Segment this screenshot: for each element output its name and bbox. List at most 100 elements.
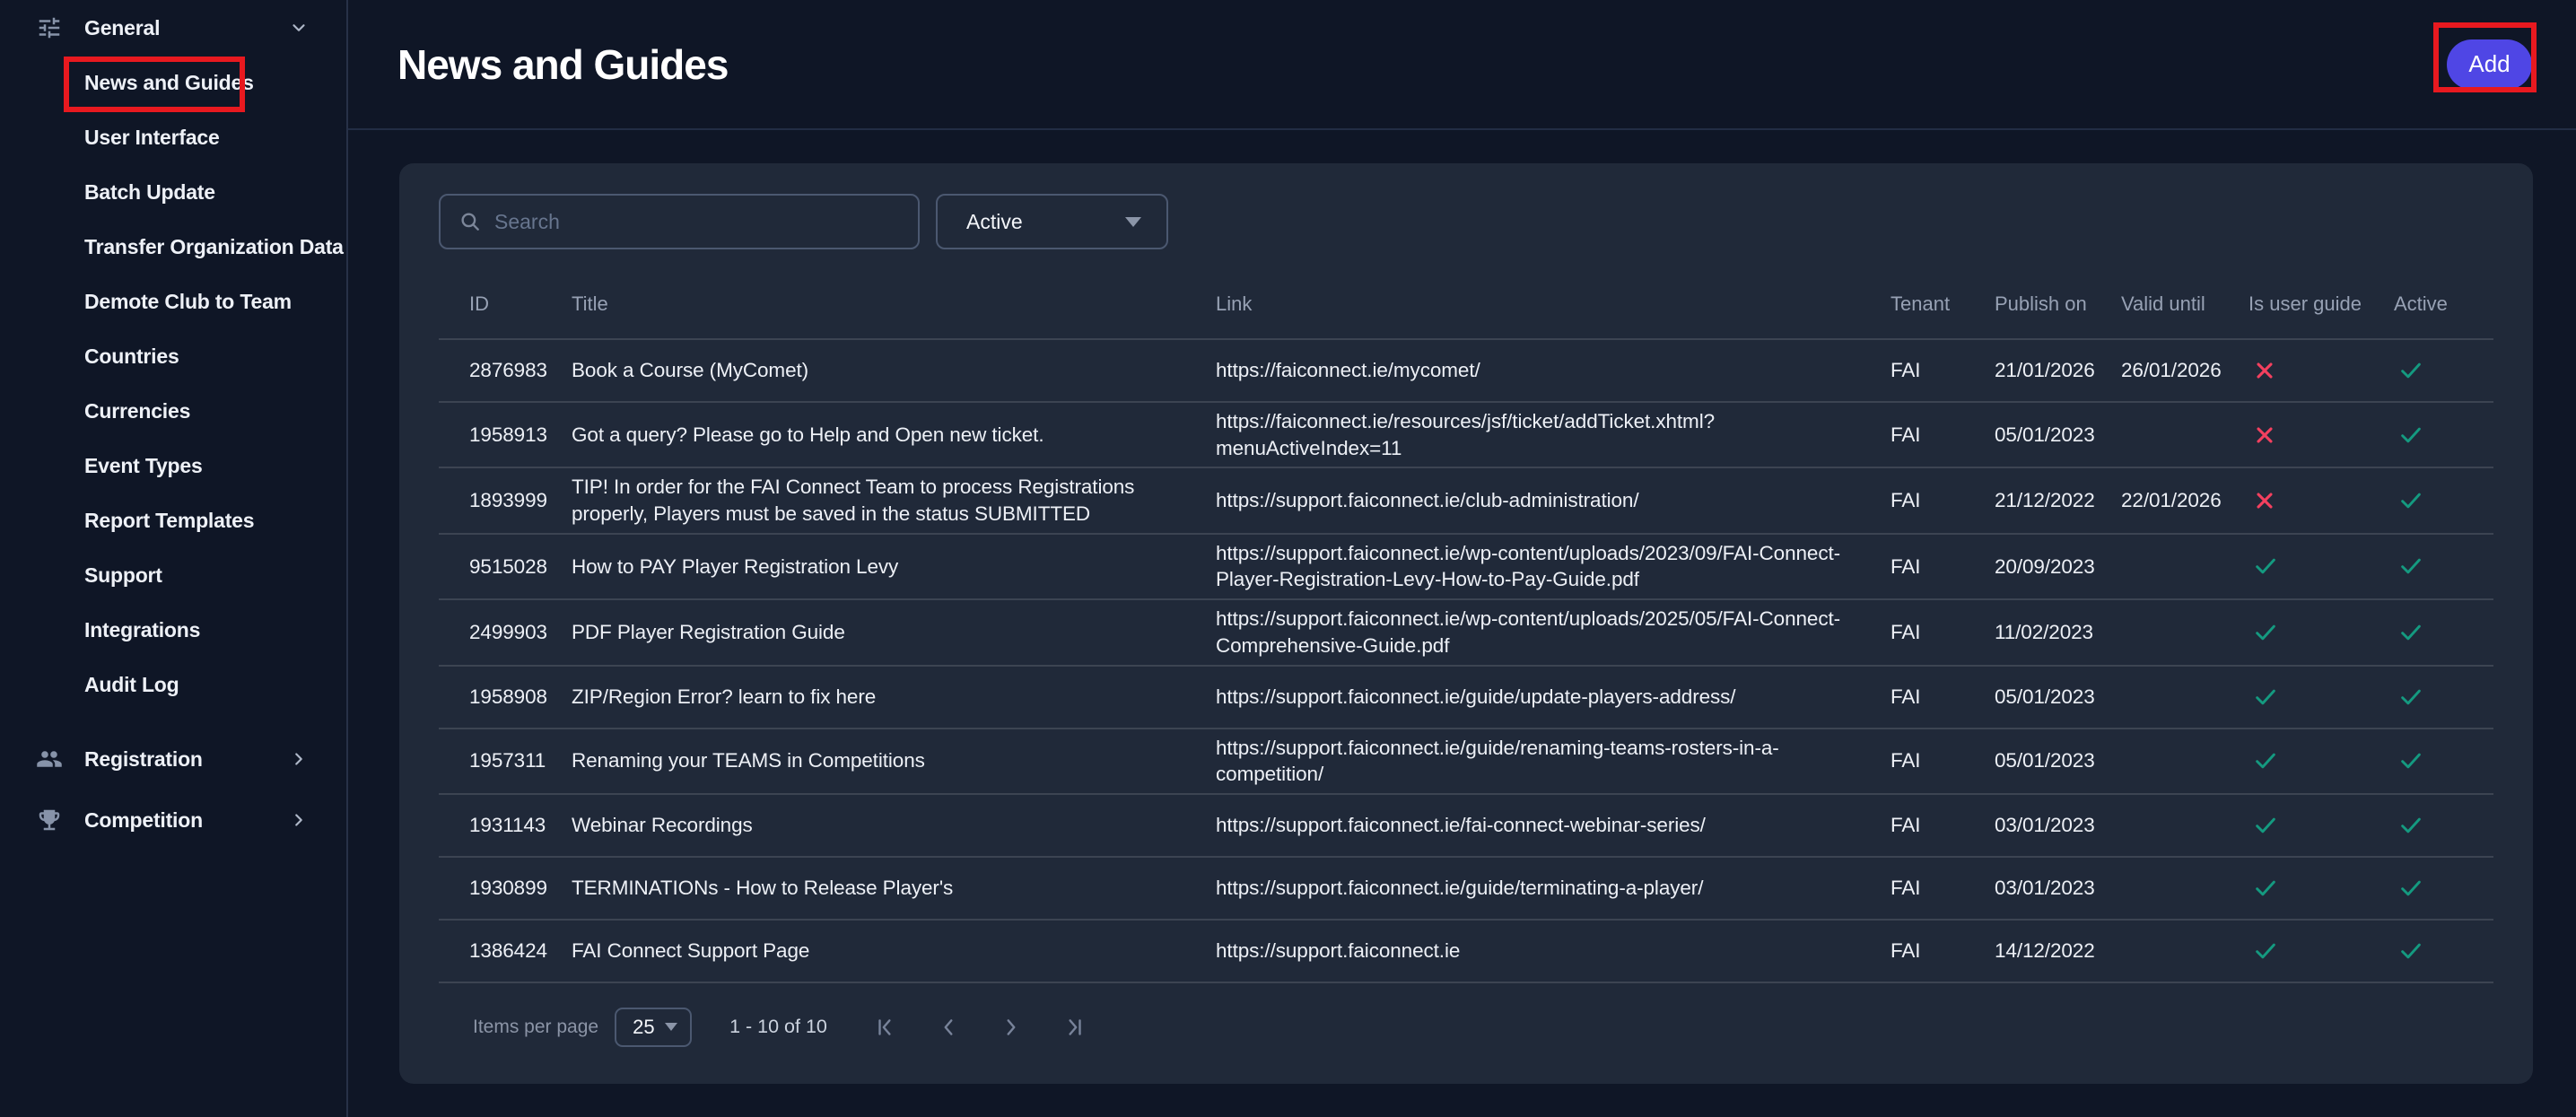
first-page-button[interactable] <box>874 1016 897 1039</box>
cell-id: 2499903 <box>439 619 572 646</box>
cell-id: 9515028 <box>439 554 572 580</box>
status-filter-value: Active <box>966 210 1023 234</box>
cell-title: TERMINATIONs - How to Release Player's <box>572 875 1216 902</box>
cell-tenant: FAI <box>1891 554 1995 580</box>
trophy-icon <box>36 807 63 833</box>
column-header-valid-until: Valid until <box>2121 292 2249 316</box>
page-size-value: 25 <box>633 1016 654 1039</box>
column-header-id: ID <box>439 292 572 316</box>
next-page-button[interactable] <box>1000 1016 1023 1039</box>
pagination-nav <box>874 1016 1086 1039</box>
check-icon <box>2397 938 2424 964</box>
cell-active <box>2394 619 2493 646</box>
sidebar-item-demote-club-to-team[interactable]: Demote Club to Team <box>0 275 346 329</box>
sidebar-item-currencies[interactable]: Currencies <box>0 384 346 439</box>
last-page-button[interactable] <box>1062 1016 1086 1039</box>
table-row[interactable]: 1386424 FAI Connect Support Page https:/… <box>439 921 2493 983</box>
check-icon <box>2397 747 2424 774</box>
check-icon <box>2397 357 2424 384</box>
cell-publish-on: 05/01/2023 <box>1995 684 2121 711</box>
table-row[interactable]: 9515028 How to PAY Player Registration L… <box>439 535 2493 600</box>
check-icon <box>2397 422 2424 449</box>
cell-valid-until: 26/01/2026 <box>2121 357 2249 384</box>
table-row[interactable]: 1958913 Got a query? Please go to Help a… <box>439 403 2493 468</box>
table-row[interactable]: 1893999 TIP! In order for the FAI Connec… <box>439 468 2493 534</box>
table-header-row: ID Title Link Tenant Publish on Valid un… <box>439 269 2493 340</box>
table-row[interactable]: 1931143 Webinar Recordings https://suppo… <box>439 795 2493 858</box>
sidebar-section-registration[interactable]: Registration <box>0 729 346 790</box>
sidebar-item-label: Countries <box>84 345 179 369</box>
chevron-right-icon <box>289 810 309 830</box>
cell-is-user-guide <box>2249 358 2394 383</box>
cell-active <box>2394 875 2493 902</box>
sidebar: General News and Guides User Interface B… <box>0 0 348 1117</box>
table-row[interactable]: 1957311 Renaming your TEAMS in Competiti… <box>439 729 2493 795</box>
search-icon <box>458 210 482 233</box>
previous-page-button[interactable] <box>937 1016 960 1039</box>
check-icon <box>2252 938 2279 964</box>
column-header-tenant: Tenant <box>1891 292 1995 316</box>
cell-tenant: FAI <box>1891 938 1995 964</box>
cell-link: https://support.faiconnect.ie/club-admin… <box>1216 487 1891 514</box>
table-body: 2876983 Book a Course (MyComet) https://… <box>439 340 2493 983</box>
cell-active <box>2394 938 2493 964</box>
sidebar-item-news-and-guides[interactable]: News and Guides <box>0 56 346 110</box>
sidebar-item-event-types[interactable]: Event Types <box>0 439 346 493</box>
cell-tenant: FAI <box>1891 812 1995 839</box>
cell-id: 1930899 <box>439 875 572 902</box>
cell-title: Webinar Recordings <box>572 812 1216 839</box>
sidebar-section-general[interactable]: General <box>0 0 346 56</box>
cell-tenant: FAI <box>1891 357 1995 384</box>
sidebar-item-integrations[interactable]: Integrations <box>0 603 346 658</box>
cell-active <box>2394 553 2493 580</box>
cell-link: https://support.faiconnect.ie/guide/term… <box>1216 875 1891 902</box>
cell-publish-on: 03/01/2023 <box>1995 812 2121 839</box>
sidebar-item-batch-update[interactable]: Batch Update <box>0 165 346 220</box>
cross-icon <box>2252 358 2277 383</box>
cell-is-user-guide <box>2249 938 2394 964</box>
sidebar-item-support[interactable]: Support <box>0 548 346 603</box>
cell-active <box>2394 357 2493 384</box>
items-per-page-label: Items per page <box>473 1017 598 1038</box>
cell-title: TIP! In order for the FAI Connect Team t… <box>572 474 1216 527</box>
table-row[interactable]: 1930899 TERMINATIONs - How to Release Pl… <box>439 858 2493 921</box>
tune-icon <box>36 14 63 41</box>
sidebar-item-audit-log[interactable]: Audit Log <box>0 658 346 712</box>
sidebar-item-report-templates[interactable]: Report Templates <box>0 493 346 548</box>
table-row[interactable]: 2499903 PDF Player Registration Guide ht… <box>439 600 2493 666</box>
sidebar-section-label: Registration <box>84 747 203 772</box>
cell-id: 1957311 <box>439 747 572 774</box>
cell-publish-on: 05/01/2023 <box>1995 422 2121 449</box>
status-filter-select[interactable]: Active <box>936 194 1168 249</box>
cell-is-user-guide <box>2249 747 2394 774</box>
cell-active <box>2394 422 2493 449</box>
sidebar-item-transfer-organization-data[interactable]: Transfer Organization Data <box>0 220 346 275</box>
cell-id: 1931143 <box>439 812 572 839</box>
cell-active <box>2394 747 2493 774</box>
table-row[interactable]: 2876983 Book a Course (MyComet) https://… <box>439 340 2493 403</box>
sidebar-item-countries[interactable]: Countries <box>0 329 346 384</box>
cell-link: https://support.faiconnect.ie/wp-content… <box>1216 606 1891 659</box>
cell-tenant: FAI <box>1891 875 1995 902</box>
check-icon <box>2397 875 2424 902</box>
cell-title: PDF Player Registration Guide <box>572 619 1216 646</box>
column-header-publish-on: Publish on <box>1995 292 2121 316</box>
sidebar-section-competition[interactable]: Competition <box>0 790 346 851</box>
filters-bar: Active <box>439 194 2493 249</box>
table-row[interactable]: 1958908 ZIP/Region Error? learn to fix h… <box>439 667 2493 729</box>
sidebar-spacer <box>0 712 346 729</box>
column-header-title: Title <box>572 292 1216 316</box>
column-header-is-user-guide: Is user guide <box>2249 292 2394 316</box>
add-button-wrapper: Add <box>2447 39 2532 90</box>
cell-id: 1893999 <box>439 487 572 514</box>
cell-link: https://support.faiconnect.ie/wp-content… <box>1216 540 1891 593</box>
page-size-select[interactable]: 25 <box>615 1008 692 1047</box>
search-input[interactable] <box>494 210 900 234</box>
news-and-guides-card: Active ID Title Link Tenant Publish on V… <box>399 163 2533 1084</box>
last-page-icon <box>1062 1016 1086 1039</box>
sidebar-item-label: Transfer Organization Data <box>84 235 344 259</box>
add-button[interactable]: Add <box>2447 39 2532 90</box>
sidebar-item-label: User Interface <box>84 126 220 150</box>
sidebar-item-user-interface[interactable]: User Interface <box>0 110 346 165</box>
cell-id: 1958913 <box>439 422 572 449</box>
